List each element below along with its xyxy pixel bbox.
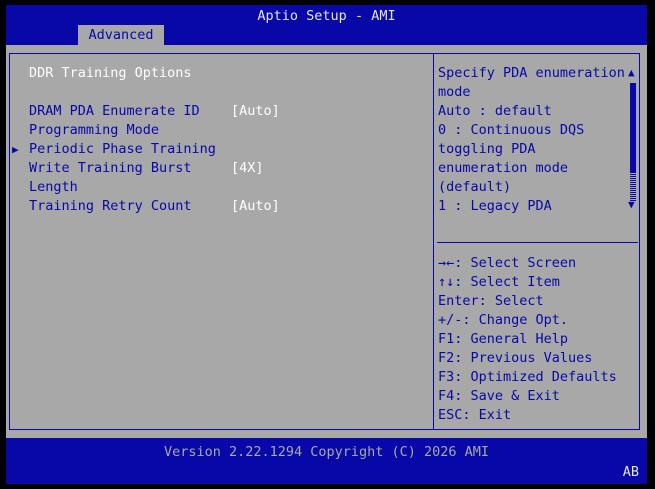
setting-label: Write Training Burst	[29, 160, 192, 176]
help-line: (default)	[438, 179, 512, 195]
setting-value[interactable]: [Auto]	[231, 102, 280, 121]
bios-screen: Aptio Setup - AMI Advanced DDR Training …	[0, 0, 655, 489]
setting-label-cont: Programming Mode	[29, 122, 160, 138]
main-panel: DDR Training Options DRAM PDA Enumerate …	[6, 45, 647, 438]
key-hint: F1: General Help	[438, 331, 569, 347]
help-line: enumeration mode	[438, 160, 569, 176]
page-heading: DDR Training Options	[29, 65, 192, 81]
key-hint: ESC: Exit	[438, 407, 512, 423]
help-line: mode	[438, 84, 471, 100]
setting-value[interactable]: [4X]	[231, 159, 264, 178]
help-scrollbar-thumb[interactable]	[630, 83, 636, 173]
setting-label: Training Retry Count	[29, 198, 192, 214]
window-title: Aptio Setup - AMI	[257, 8, 396, 24]
submenu-arrow-icon: ▶	[12, 143, 19, 156]
title-bar: Aptio Setup - AMI Advanced	[6, 5, 647, 45]
key-hint: F4: Save & Exit	[438, 388, 560, 404]
setting-label: DRAM PDA Enumerate ID	[29, 103, 200, 119]
help-line: 1 : Legacy PDA	[438, 198, 552, 214]
key-hint: Enter: Select	[438, 293, 544, 309]
help-line: Auto : default	[438, 103, 552, 119]
help-line: toggling PDA	[438, 141, 536, 157]
status-badge: AB	[622, 464, 639, 480]
tab-advanced[interactable]: Advanced	[78, 25, 164, 45]
vertical-divider	[433, 53, 434, 430]
key-hint: ↑↓: Select Item	[438, 274, 560, 290]
submenu-label: Periodic Phase Training	[29, 141, 216, 157]
key-hint: +/-: Change Opt.	[438, 312, 569, 328]
key-hint: F2: Previous Values	[438, 350, 593, 366]
footer-bar: Version 2.22.1294 Copyright (C) 2026 AMI…	[6, 438, 647, 484]
help-line: Specify PDA enumeration	[438, 65, 625, 81]
key-hint: →←: Select Screen	[438, 255, 577, 271]
setting-label-cont: Length	[29, 179, 78, 195]
help-divider	[437, 242, 638, 243]
key-hint: F3: Optimized Defaults	[438, 369, 617, 385]
help-line: 0 : Continuous DQS	[438, 122, 585, 138]
scroll-down-icon[interactable]: ▼	[628, 198, 635, 211]
version-text: Version 2.22.1294 Copyright (C) 2026 AMI	[163, 444, 490, 460]
scroll-up-icon[interactable]: ▲	[628, 66, 635, 79]
setting-value[interactable]: [Auto]	[231, 197, 280, 216]
help-scrollbar-track[interactable]	[630, 173, 636, 201]
